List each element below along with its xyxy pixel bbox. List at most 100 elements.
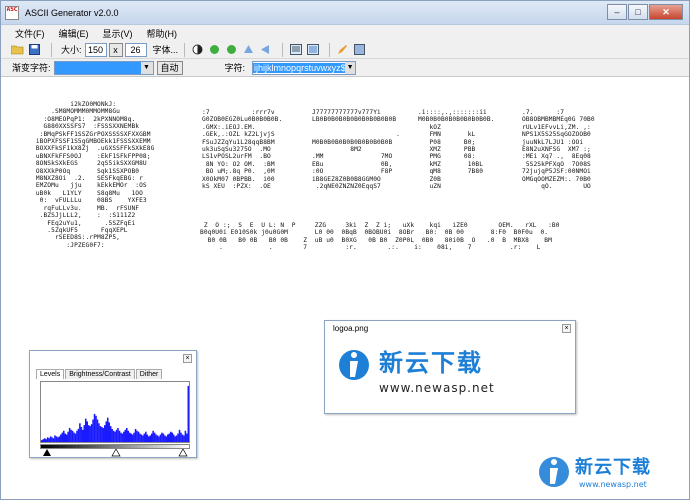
histogram-bar xyxy=(117,427,119,442)
open-folder-icon[interactable] xyxy=(11,43,24,56)
histogram-bar xyxy=(120,432,122,442)
histogram-bar xyxy=(62,430,65,442)
histogram-bar xyxy=(142,435,144,442)
histogram-bar xyxy=(95,415,97,442)
chevron-down-icon[interactable]: ▼ xyxy=(140,61,153,74)
font-button[interactable]: 字体... xyxy=(153,43,179,56)
histogram-bar xyxy=(70,429,72,442)
histogram-bar xyxy=(84,418,87,442)
histogram-bar xyxy=(124,429,127,442)
histogram-bar xyxy=(121,433,124,442)
histogram-bar xyxy=(83,425,86,442)
histogram-bar xyxy=(137,431,140,442)
window-title: ASCII Generator v2.0.0 xyxy=(25,7,119,18)
toolbar-separator xyxy=(51,42,52,57)
histogram-bar xyxy=(123,431,125,442)
flip-vertical-icon[interactable] xyxy=(242,43,255,56)
lock-ratio-button[interactable]: x xyxy=(108,42,123,57)
title-bar[interactable]: ASC ASCII Generator v2.0.0 – □ ✕ xyxy=(1,1,689,25)
histogram-bar xyxy=(74,433,77,442)
black-point-slider[interactable] xyxy=(43,449,51,456)
histogram-bar xyxy=(112,430,115,442)
tab-dither[interactable]: Dither xyxy=(135,369,163,379)
menu-view[interactable]: 显示(V) xyxy=(103,27,133,40)
histogram-bar xyxy=(162,433,165,442)
midpoint-slider[interactable] xyxy=(111,449,121,457)
auto-button[interactable]: 自动 xyxy=(156,60,183,75)
histogram-bar xyxy=(49,436,52,442)
size-label: 大小: xyxy=(61,45,82,55)
histogram-bar xyxy=(105,421,108,442)
toolbar-separator xyxy=(282,42,284,57)
close-icon[interactable]: × xyxy=(183,354,192,363)
menu-edit[interactable]: 编辑(E) xyxy=(59,27,89,40)
histogram-bar xyxy=(146,434,149,442)
histogram-bar xyxy=(153,432,156,442)
menu-file[interactable]: 文件(F) xyxy=(15,27,45,40)
histogram-bar xyxy=(187,385,189,442)
image-preview-panel[interactable]: logoa.png × 新云下载 www.newasp.net xyxy=(324,320,576,414)
histogram-bar xyxy=(79,423,81,442)
histogram-bar xyxy=(77,428,80,442)
toolbar-separator xyxy=(184,42,186,57)
levels-panel[interactable]: × Levels Brightness/Contrast Dither xyxy=(29,350,197,458)
histogram-bar xyxy=(147,436,150,442)
maximize-button[interactable]: □ xyxy=(628,4,648,20)
invert-icon[interactable] xyxy=(191,43,204,56)
histogram-bar xyxy=(90,424,93,442)
rotate-right-icon[interactable] xyxy=(225,43,238,56)
minimize-button[interactable]: – xyxy=(607,4,627,20)
histogram-bar xyxy=(175,435,178,442)
histogram-bar xyxy=(133,432,135,442)
histogram-bar xyxy=(92,419,94,442)
export-icon[interactable] xyxy=(353,43,366,56)
image-filename: logoa.png xyxy=(333,324,369,333)
histogram-bar xyxy=(102,427,105,442)
close-button[interactable]: ✕ xyxy=(649,4,683,20)
histogram-bar xyxy=(68,427,71,442)
watermark-logo: 新云下载 www.newasp.net xyxy=(535,449,685,495)
histogram-bar xyxy=(46,437,49,442)
histogram-bar xyxy=(76,430,78,442)
width-input[interactable]: 150 xyxy=(84,42,107,57)
tab-levels[interactable]: Levels xyxy=(36,369,65,379)
chars-value: ijhijklmnopqrstuvwxyz$ xyxy=(253,62,346,73)
main-toolbar: 大小: 150 x 26 字体... xyxy=(1,41,689,59)
menu-bar: 文件(F) 编辑(E) 显示(V) 帮助(H) xyxy=(1,25,689,41)
histogram-bar xyxy=(172,434,175,442)
histogram-bar xyxy=(80,427,83,442)
edit-pen-icon[interactable] xyxy=(336,43,349,56)
close-icon[interactable]: × xyxy=(562,324,571,333)
histogram-bar xyxy=(174,436,176,442)
histogram-bar xyxy=(58,436,61,442)
histogram-bar xyxy=(184,430,187,442)
ramp-select[interactable]: ▼ xyxy=(53,60,154,75)
histogram-bar xyxy=(43,438,46,442)
histogram-bar xyxy=(114,431,116,442)
image-view-icon[interactable] xyxy=(306,43,319,56)
flip-horizontal-icon[interactable] xyxy=(259,43,272,56)
histogram-bar xyxy=(45,439,47,442)
white-point-slider[interactable] xyxy=(178,449,188,457)
histogram-bar xyxy=(178,429,181,442)
app-icon: ASC xyxy=(5,5,19,20)
ascii-block: .i::::,.,:::::::ii M0B0B0B0B0B0B0B0B0B. … xyxy=(418,109,495,191)
text-view-icon[interactable] xyxy=(289,43,302,56)
app-window: ASC ASCII Generator v2.0.0 – □ ✕ 文件(F) 编… xyxy=(0,0,690,500)
histogram-bar xyxy=(109,426,112,442)
height-input[interactable]: 26 xyxy=(124,42,147,57)
ramp-toolbar: 渐变字符: ▼ 自动 字符: ijhijklmnopqrstuvwxyz$ ▼ xyxy=(1,59,689,77)
histogram-bar xyxy=(134,428,137,442)
ascii-block: J77777777777v777Yi LB0B0B0B0B0B0B0B0B0B0… xyxy=(312,109,400,191)
histogram-bar xyxy=(51,437,53,442)
save-disk-icon[interactable] xyxy=(28,43,41,56)
rotate-left-icon[interactable] xyxy=(208,43,221,56)
histogram-bar xyxy=(161,432,163,442)
histogram-bar xyxy=(140,434,143,442)
menu-help[interactable]: 帮助(H) xyxy=(147,27,178,40)
histogram-bar xyxy=(139,433,141,442)
chevron-down-icon[interactable]: ▼ xyxy=(345,61,356,74)
chars-select[interactable]: ijhijklmnopqrstuvwxyz$ ▼ xyxy=(252,60,357,75)
histogram-bar xyxy=(131,434,134,442)
tab-brightness-contrast[interactable]: Brightness/Contrast xyxy=(65,369,135,379)
